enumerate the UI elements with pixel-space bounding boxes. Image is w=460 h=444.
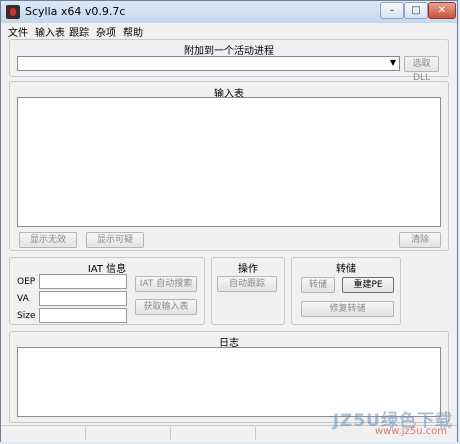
pe-rebuild-button[interactable]: 重建PE xyxy=(342,277,394,293)
iat-autosearch-button[interactable]: IAT 自动搜索 xyxy=(135,276,197,292)
oep-field[interactable] xyxy=(39,274,127,289)
maximize-button[interactable]: □ xyxy=(404,2,428,19)
process-select[interactable]: ▼ xyxy=(17,56,400,71)
status-segment xyxy=(1,427,86,440)
scylla-window: Scylla x64 v0.9.7c – □ ✕ 文件 输入表 跟踪 杂项 帮助… xyxy=(0,0,458,442)
menu-imports[interactable]: 输入表 xyxy=(35,24,65,39)
dump-button[interactable]: 转储 xyxy=(301,277,335,293)
title-bar[interactable]: Scylla x64 v0.9.7c – □ ✕ xyxy=(1,1,457,24)
window-title: Scylla x64 v0.9.7c xyxy=(25,5,126,18)
size-field[interactable] xyxy=(39,308,127,323)
menu-help[interactable]: 帮助 xyxy=(123,24,143,39)
imports-tree[interactable] xyxy=(17,97,441,227)
iat-info-label: IAT 信息 xyxy=(87,264,127,275)
watermark-url: www.jz5u.com xyxy=(374,426,447,437)
status-segment xyxy=(171,427,256,440)
dump-label: 转储 xyxy=(336,264,356,275)
oep-label: OEP xyxy=(17,277,36,287)
menu-misc[interactable]: 杂项 xyxy=(96,24,116,39)
clear-button[interactable]: 清除 xyxy=(399,232,441,248)
va-field[interactable] xyxy=(39,291,127,306)
fix-dump-button[interactable]: 修复转储 xyxy=(301,301,394,317)
actions-label: 操作 xyxy=(238,264,258,275)
va-label: VA xyxy=(17,294,29,304)
size-label: Size xyxy=(17,311,36,321)
pick-dll-button[interactable]: 选取DLL xyxy=(404,56,439,83)
get-imports-button[interactable]: 获取输入表 xyxy=(135,299,197,315)
menu-file[interactable]: 文件 xyxy=(8,24,28,39)
minimize-button[interactable]: – xyxy=(380,2,404,19)
attach-process-label: 附加到一个活动进程 xyxy=(184,46,274,57)
autotrace-button[interactable]: 自动跟踪 xyxy=(217,276,277,292)
menu-trace[interactable]: 跟踪 xyxy=(69,24,89,39)
show-invalid-button[interactable]: 显示无效 xyxy=(19,232,77,248)
scylla-app-icon xyxy=(6,5,20,19)
status-segment xyxy=(86,427,171,440)
show-suspect-button[interactable]: 显示可疑 xyxy=(86,232,144,248)
menu-bar: 文件 输入表 跟踪 杂项 帮助 xyxy=(1,23,457,39)
close-button[interactable]: ✕ xyxy=(428,2,456,19)
chevron-down-icon[interactable]: ▼ xyxy=(390,58,396,67)
